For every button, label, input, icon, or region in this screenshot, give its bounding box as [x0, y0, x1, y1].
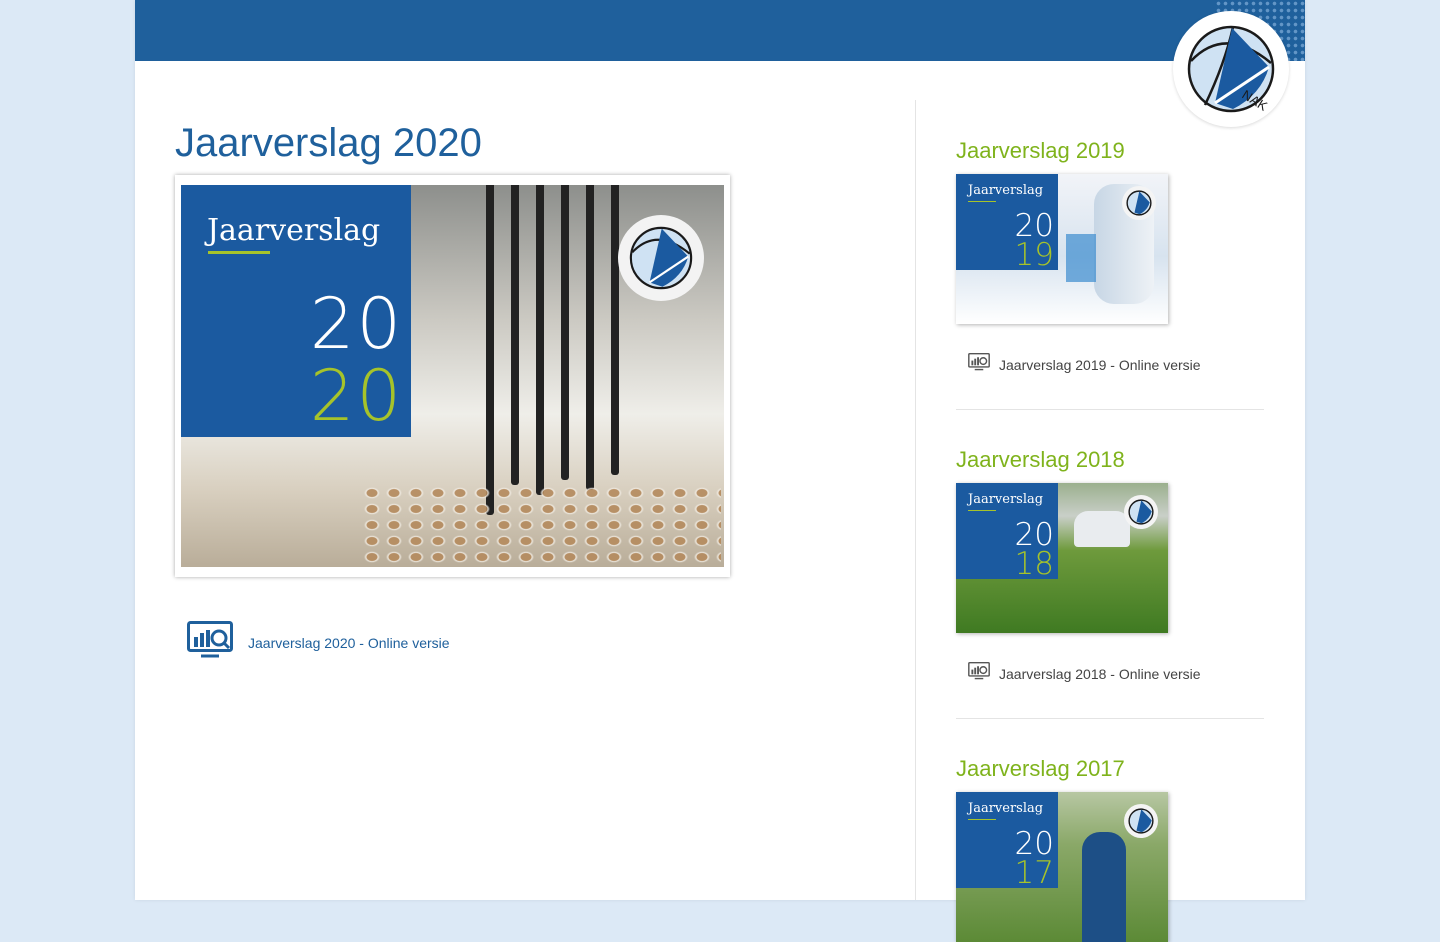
main-content: Jaarverslag 2020 Jaarverslag 20 20 Jaarv…: [175, 100, 915, 658]
cover-blue-panel: Jaarverslag 20 20: [181, 185, 411, 437]
pipette-3: [536, 185, 544, 495]
report-separator: [956, 409, 1264, 410]
report-2018-online-label: Jaarverslag 2018 - Online versie: [999, 665, 1201, 682]
monitor-chart-search-icon: [968, 353, 990, 376]
thumb-2018-word: Jaarverslag: [968, 492, 1044, 507]
report-2018-online-link[interactable]: Jaarverslag 2018 - Online versie: [968, 662, 1201, 685]
report-card-2018: Jaarverslag 2018 Jaarverslag 20 18 Jaarv…: [956, 449, 1264, 719]
report-title-2017[interactable]: Jaarverslag 2017: [956, 758, 1264, 780]
thumb-2019-year-bottom: 19: [1014, 237, 1054, 273]
cover-word: Jaarverslag: [207, 213, 381, 248]
nak-logo-icon[interactable]: NAK: [1173, 11, 1289, 127]
pipette-2: [511, 185, 519, 485]
thumb-2019-underline: [968, 201, 996, 202]
thumb-2019-blue-panel: Jaarverslag 20 19: [956, 174, 1058, 273]
page-container: NAK Jaarverslag 2020 Jaarverslag 20 20 J…: [135, 0, 1305, 942]
report-title-2019[interactable]: Jaarverslag 2019: [956, 140, 1264, 162]
thumb-2017-word: Jaarverslag: [968, 801, 1044, 816]
thumb-2018-blue-panel: Jaarverslag 20 18: [956, 483, 1058, 582]
pipette-6: [611, 185, 619, 475]
pipette-4: [561, 185, 569, 480]
thumb-2018-year-bottom: 18: [1014, 546, 1054, 582]
report-title-2018[interactable]: Jaarverslag 2018: [956, 449, 1264, 471]
report-separator: [956, 718, 1264, 719]
report-2020-cover-photo: Jaarverslag 20 20: [181, 185, 724, 567]
tube-rack: [1066, 234, 1096, 282]
cover-nak-logo-icon: [618, 215, 704, 301]
monitor-chart-search-icon: [968, 662, 990, 685]
thumb-2017-year-bottom: 17: [1014, 855, 1054, 891]
column-divider: [915, 100, 916, 900]
thumb-2019-word: Jaarverslag: [968, 183, 1044, 198]
report-2017-cover-image[interactable]: Jaarverslag 20 17: [956, 792, 1168, 942]
report-2020-online-label: Jaarverslag 2020 - Online versie: [248, 634, 450, 651]
thumb-2018-underline: [968, 510, 996, 511]
report-2020-online-link[interactable]: Jaarverslag 2020 - Online versie: [187, 621, 450, 664]
thumb-2019-nak-logo-icon: [1122, 186, 1156, 220]
cover-year-bottom: 20: [309, 355, 403, 437]
report-2019-online-link[interactable]: Jaarverslag 2019 - Online versie: [968, 353, 1201, 376]
inspector-figure: [1082, 832, 1126, 942]
pipette-5: [586, 185, 594, 490]
report-2020-cover-image[interactable]: Jaarverslag 20 20: [175, 175, 730, 577]
pipette-1: [486, 185, 494, 515]
thumb-2017-blue-panel: Jaarverslag 20 17: [956, 792, 1058, 891]
report-2019-online-label: Jaarverslag 2019 - Online versie: [999, 356, 1201, 373]
report-2018-cover-image[interactable]: Jaarverslag 20 18: [956, 483, 1168, 633]
page-title: Jaarverslag 2020: [175, 121, 482, 165]
report-card-2017: Jaarverslag 2017 Jaarverslag 20 17: [956, 758, 1264, 942]
thumb-2018-nak-logo-icon: [1124, 495, 1158, 529]
header-bar: [135, 0, 1305, 61]
sample-tray: [361, 485, 721, 567]
cover-underline: [208, 251, 270, 254]
report-2019-cover-image[interactable]: Jaarverslag 20 19: [956, 174, 1168, 324]
thumb-2017-underline: [968, 819, 996, 820]
caravan: [1074, 511, 1130, 547]
cover-year-top: 20: [309, 283, 403, 365]
report-card-2019: Jaarverslag 2019 Jaarverslag 20 19 Jaarv…: [956, 140, 1264, 410]
monitor-chart-search-icon: [187, 621, 233, 664]
thumb-2017-nak-logo-icon: [1124, 804, 1158, 838]
